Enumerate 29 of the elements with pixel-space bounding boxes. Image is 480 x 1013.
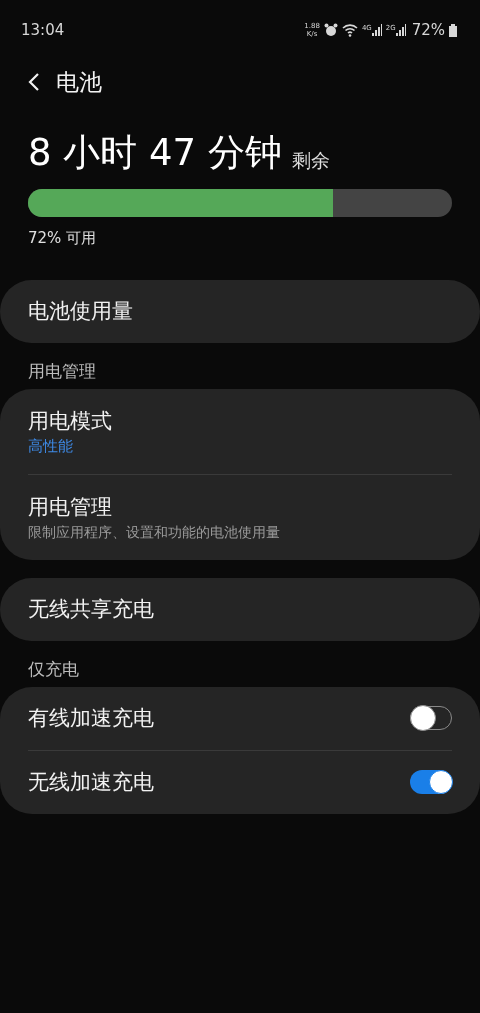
settings-item[interactable]: 电池使用量	[28, 279, 452, 343]
item-title: 无线共享充电	[28, 595, 154, 623]
battery-available: 72% 可用	[28, 228, 98, 249]
item-description: 限制应用程序、设置和功能的电池使用量	[28, 522, 280, 542]
item-title: 用电管理	[28, 493, 113, 521]
item-title: 用电模式	[28, 407, 112, 435]
settings-item[interactable]: 用电管理 限制应用程序、设置和功能的电池使用量	[28, 474, 452, 560]
back-icon[interactable]	[28, 72, 40, 92]
section-header: 用电管理	[27, 359, 97, 383]
item-value: 高性能	[28, 435, 74, 456]
remaining-time: 8 小时 47 分钟	[28, 131, 282, 175]
battery-icon	[449, 23, 457, 37]
item-title: 无线加速充电	[28, 768, 154, 796]
signal-icon	[371, 24, 382, 36]
status-time: 13:04	[21, 19, 65, 41]
alarm-icon	[323, 23, 338, 37]
remaining-label: 剩余	[291, 148, 330, 173]
item-title: 电池使用量	[28, 297, 133, 325]
settings-item[interactable]: 无线共享充电	[28, 577, 452, 641]
toggle-row[interactable]: 无线加速充电	[28, 750, 452, 814]
toggle-switch[interactable]	[410, 770, 452, 794]
battery-percent: 72%	[411, 19, 445, 41]
toggle-row[interactable]: 有线加速充电	[28, 686, 452, 751]
item-title: 有线加速充电	[28, 704, 154, 732]
signal-icon	[395, 24, 406, 36]
section-header: 仅充电	[27, 657, 80, 681]
page-title: 电池	[56, 67, 102, 97]
wifi-icon	[341, 23, 358, 37]
settings-item[interactable]: 用电模式 高性能	[28, 388, 452, 475]
